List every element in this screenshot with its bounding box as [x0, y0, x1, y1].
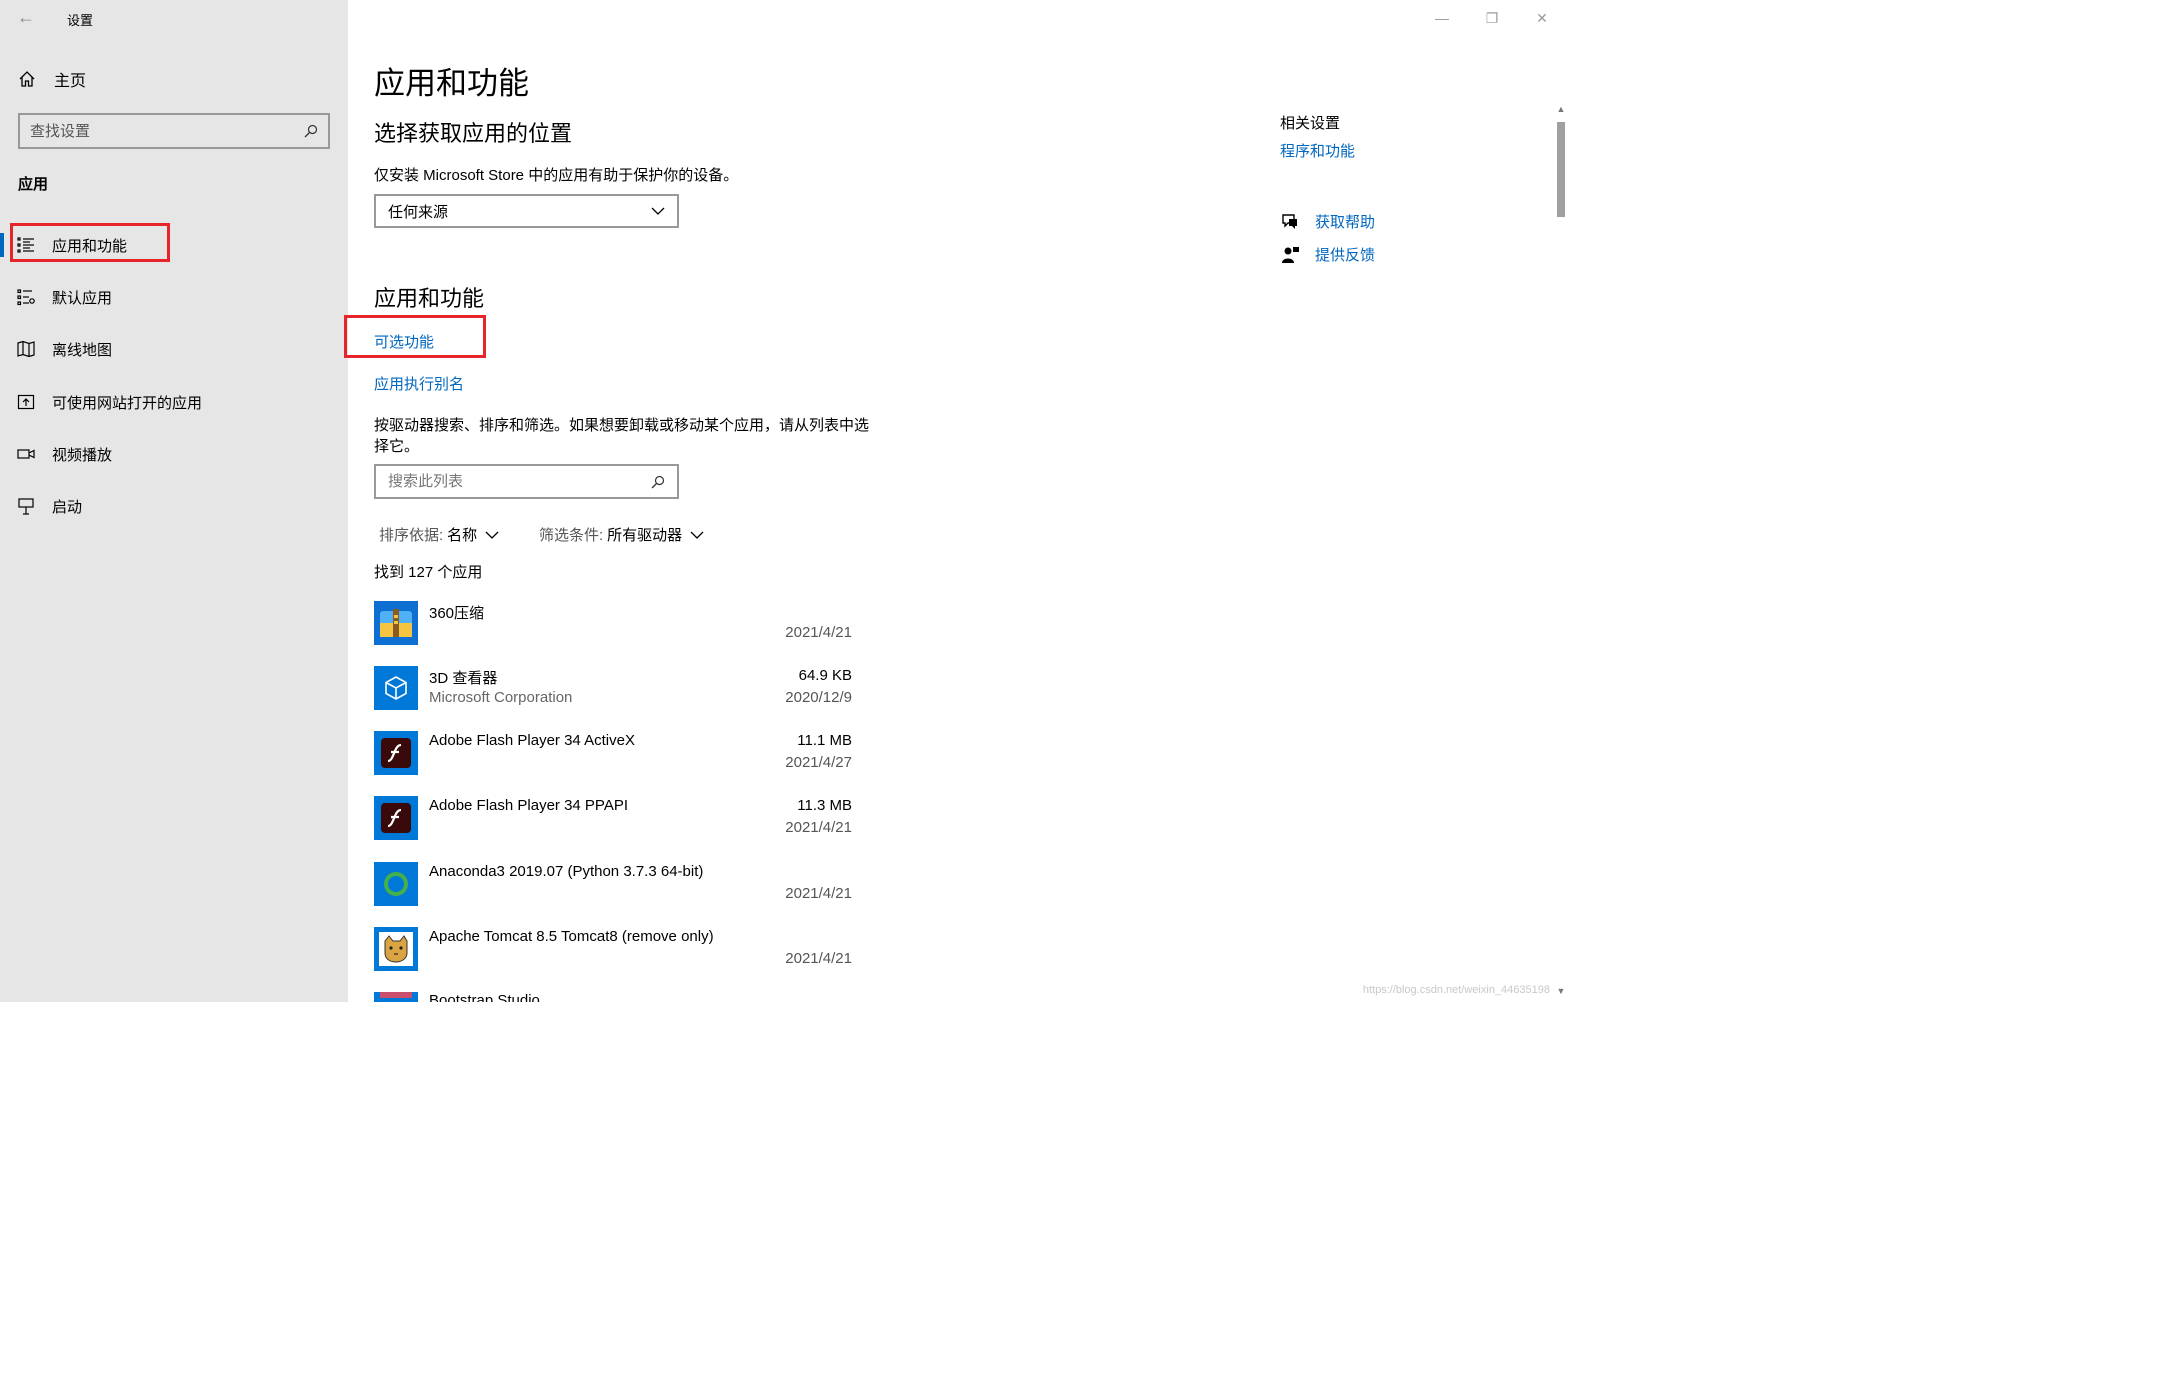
help-chat-icon — [1282, 213, 1297, 229]
scrollbar-thumb[interactable] — [1557, 122, 1565, 217]
home-icon — [19, 71, 35, 87]
app-name: Apache Tomcat 8.5 Tomcat8 (remove only) — [429, 928, 714, 945]
scroll-up-arrow-icon[interactable]: ▲ — [1556, 104, 1566, 114]
app-name: 360压缩 — [429, 605, 485, 622]
sidebar-item-label: 可使用网站打开的应用 — [52, 394, 203, 412]
sort-value: 名称 — [447, 527, 478, 544]
app-list-item[interactable]: Apache Tomcat 8.5 Tomcat8 (remove only) … — [374, 927, 852, 987]
app-list-item[interactable]: Adobe Flash Player 34 PPAPI 11.3 MB 2021… — [374, 796, 852, 856]
sidebar-item-offline-maps[interactable]: 离线地图 — [0, 327, 348, 371]
filter-label: 筛选条件: — [539, 527, 604, 544]
app-list-item[interactable]: 3D 查看器 Microsoft Corporation 64.9 KB 202… — [374, 666, 852, 726]
scrollbar[interactable] — [1554, 104, 1568, 1002]
filter-dropdown[interactable]: 筛选条件: 所有驱动器 — [539, 524, 704, 545]
app-list-item[interactable]: Adobe Flash Player 34 ActiveX 11.1 MB 20… — [374, 731, 852, 791]
give-feedback-link[interactable]: 提供反馈 — [1280, 244, 1375, 265]
app-date: 2020/12/9 — [785, 689, 852, 706]
install-source-dropdown[interactable]: 任何来源 — [374, 194, 679, 228]
home-nav-item[interactable]: 主页 — [18, 67, 86, 91]
app-publisher: Microsoft Corporation — [429, 689, 573, 706]
offline-maps-icon — [16, 339, 36, 359]
sidebar: ← 设置 主页 应用 应用和功能 默认应用 离线地图 可使用网站打开的应用 — [0, 0, 348, 1002]
dropdown-value: 任何来源 — [388, 203, 449, 221]
sidebar-item-label: 默认应用 — [52, 289, 113, 307]
app-size: 11.1 MB — [797, 732, 852, 749]
tomcat-icon — [374, 927, 418, 971]
get-help-label: 获取帮助 — [1315, 214, 1376, 231]
sidebar-item-label: 视频播放 — [52, 446, 113, 464]
anaconda-icon — [374, 862, 418, 906]
filter-value: 所有驱动器 — [607, 527, 683, 544]
close-button[interactable]: ✕ — [1527, 6, 1557, 30]
sidebar-section-title: 应用 — [18, 176, 49, 193]
app-name: Adobe Flash Player 34 ActiveX — [429, 732, 635, 749]
app-list-item[interactable]: Anaconda3 2019.07 (Python 3.7.3 64-bit) … — [374, 862, 852, 922]
app-date: 2021/4/21 — [785, 819, 852, 836]
sidebar-item-label: 启动 — [52, 498, 83, 516]
sort-dropdown[interactable]: 排序依据: 名称 — [379, 524, 499, 545]
app-date: 2021/4/21 — [785, 885, 852, 902]
back-arrow-icon[interactable]: ← — [14, 6, 38, 28]
search-icon[interactable] — [304, 124, 318, 138]
maximize-button[interactable]: ❐ — [1477, 6, 1507, 30]
flash-player-icon — [374, 796, 418, 840]
window-title: 设置 — [67, 13, 94, 28]
install-source-description: 仅安装 Microsoft Store 中的应用有助于保护你的设备。 — [374, 167, 739, 184]
apps-features-heading: 应用和功能 — [374, 286, 485, 311]
highlight-box — [344, 315, 486, 358]
sidebar-item-video-playback[interactable]: 视频播放 — [0, 432, 348, 476]
app-name: Anaconda3 2019.07 (Python 3.7.3 64-bit) — [429, 863, 704, 880]
app-name: Adobe Flash Player 34 PPAPI — [429, 797, 628, 814]
app-size: 64.9 KB — [798, 667, 852, 684]
app-date: 2021/4/21 — [785, 624, 852, 641]
give-feedback-label: 提供反馈 — [1315, 247, 1376, 264]
flash-player-icon — [374, 731, 418, 775]
get-help-link[interactable]: 获取帮助 — [1280, 211, 1375, 232]
install-source-heading: 选择获取应用的位置 — [374, 121, 573, 146]
app-list-item[interactable]: Bootstrap Studio — [374, 992, 852, 1002]
feedback-person-icon — [1282, 246, 1299, 263]
app-size: 11.3 MB — [797, 797, 852, 814]
search-icon[interactable] — [651, 475, 665, 489]
app-count: 找到 127 个应用 — [374, 564, 483, 581]
sort-label: 排序依据: — [379, 527, 444, 544]
app-list-search[interactable] — [374, 464, 679, 499]
settings-search[interactable] — [18, 113, 330, 149]
sidebar-item-apps-for-websites[interactable]: 可使用网站打开的应用 — [0, 380, 348, 424]
apps-list-description: 按驱动器搜索、排序和筛选。如果想要卸载或移动某个应用，请从列表中选择它。 — [374, 417, 870, 455]
highlight-box — [10, 223, 170, 262]
apps-for-websites-icon — [16, 392, 36, 412]
bootstrap-studio-icon — [374, 992, 418, 1002]
default-apps-icon — [16, 287, 36, 307]
app-list-search-input[interactable] — [388, 473, 651, 490]
startup-icon — [16, 496, 36, 516]
app-list-item[interactable]: 360压缩 2021/4/21 — [374, 601, 852, 661]
settings-search-input[interactable] — [30, 122, 304, 140]
related-settings-title: 相关设置 — [1280, 115, 1341, 132]
app-name: 3D 查看器 — [429, 670, 498, 687]
programs-features-link[interactable]: 程序和功能 — [1280, 140, 1355, 161]
scroll-down-arrow-icon[interactable]: ▼ — [1556, 986, 1566, 996]
app-date: 2021/4/21 — [785, 950, 852, 967]
app-name: Bootstrap Studio — [429, 992, 540, 1002]
watermark: https://blog.csdn.net/weixin_44635198 — [1362, 984, 1550, 996]
page-title: 应用和功能 — [374, 66, 529, 101]
sidebar-item-label: 离线地图 — [52, 341, 113, 359]
sidebar-item-startup[interactable]: 启动 — [0, 484, 348, 528]
app-date: 2021/4/27 — [785, 754, 852, 771]
chevron-down-icon — [690, 531, 704, 539]
3d-viewer-icon — [374, 666, 418, 710]
chevron-down-icon — [651, 207, 665, 215]
360-zip-icon — [374, 601, 418, 645]
video-playback-icon — [16, 444, 36, 464]
sidebar-item-default-apps[interactable]: 默认应用 — [0, 275, 348, 319]
home-label: 主页 — [54, 73, 87, 90]
app-execution-aliases-link[interactable]: 应用执行别名 — [374, 373, 464, 394]
chevron-down-icon — [485, 531, 499, 539]
minimize-button[interactable]: — — [1427, 6, 1457, 30]
